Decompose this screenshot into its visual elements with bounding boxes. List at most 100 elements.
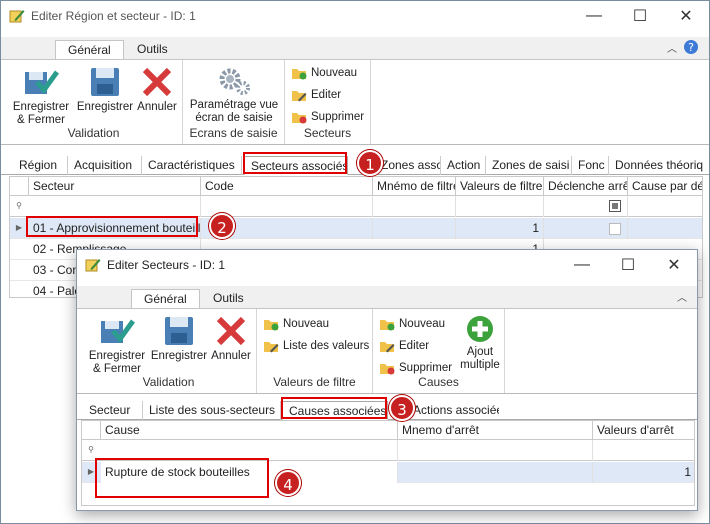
folder-delete-icon [292, 113, 307, 124]
cell-checkbox[interactable] [544, 218, 628, 239]
close-icon[interactable]: ✕ [651, 250, 697, 280]
help-icon[interactable]: ? [683, 39, 699, 55]
save-close-button[interactable]: Enregistrer & Fermer [9, 66, 73, 127]
highlight-row-cause [95, 458, 269, 498]
group-label: Validation [142, 375, 195, 389]
filter-cell[interactable] [398, 440, 593, 461]
new-filter-button[interactable]: Nouveau [263, 317, 329, 331]
col-mnemo-arret[interactable]: Mnemo d'arrêt [398, 421, 593, 440]
save-close-icon [101, 319, 135, 344]
col-secteur[interactable]: Secteur [29, 177, 201, 196]
step-badge-1: 1 [357, 150, 383, 176]
save-icon [91, 68, 119, 96]
screen-settings-button[interactable]: Paramétrage vue écran de saisie [187, 66, 281, 125]
svg-text:?: ? [688, 41, 694, 54]
group-screens: Paramétrage vue écran de saisie Ecrans d… [183, 60, 285, 144]
save-button[interactable]: Enregistrer [75, 66, 135, 114]
minimize-icon[interactable]: — [559, 250, 605, 280]
delete-sector-button[interactable]: Supprimer [291, 110, 364, 124]
folder-edit-icon [292, 91, 307, 102]
highlight-tab-causes [281, 397, 387, 419]
cell-valeur[interactable]: 1 [593, 462, 694, 483]
edit-icon [85, 259, 101, 272]
save-icon [165, 317, 193, 345]
folder-new-icon [264, 320, 279, 331]
tab-donnees-theoriques[interactable]: Données théoriq [609, 156, 703, 175]
ribbon-tab-outils[interactable]: Outils [125, 40, 180, 59]
group-label: Valeurs de filtre [273, 375, 356, 389]
group-filter-values: Nouveau Liste des valeurs Valeurs de fil… [257, 309, 373, 393]
folder-new-icon [380, 320, 395, 331]
tab-acquisition[interactable]: Acquisition [68, 156, 142, 175]
collapse-ribbon-icon[interactable]: ︿ [677, 289, 687, 304]
cancel-button[interactable]: Annuler [135, 66, 179, 114]
col-cause-defaut[interactable]: Cause par déf [628, 177, 702, 196]
filter-list-button[interactable]: Liste des valeurs [263, 339, 369, 353]
ribbon-body: Enregistrer & Fermer Enregistrer Annuler… [1, 59, 709, 145]
page-tabs: Région Acquisition Caractéristiques Sect… [1, 153, 709, 175]
maximize-icon[interactable]: ☐ [605, 250, 651, 280]
folder-delete-icon [380, 364, 395, 375]
group-label: Validation [67, 126, 120, 140]
tab-action[interactable]: Action [441, 156, 486, 175]
save-button[interactable]: Enregistrer [149, 315, 209, 363]
tab-zones-saisie[interactable]: Zones de saisi [486, 156, 572, 175]
highlight-tab-secteurs [243, 152, 347, 174]
highlight-row-sector [26, 216, 198, 237]
add-icon [467, 316, 493, 342]
tab-secteur[interactable]: Secteur [83, 401, 143, 420]
save-close-button[interactable]: Enregistrer & Fermer [85, 315, 149, 376]
step-badge-4: 4 [275, 470, 301, 496]
window-title: Editer Région et secteur - ID: 1 [31, 9, 196, 23]
col-declenche-arret[interactable]: Déclenche arrêt [544, 177, 628, 196]
new-cause-button[interactable]: Nouveau [379, 317, 445, 331]
group-label: Ecrans de saisie [189, 126, 278, 140]
group-causes: Nouveau Editer Supprimer Ajout multiple … [373, 309, 505, 393]
filter-cell[interactable] [628, 196, 702, 217]
group-validation: Enregistrer & Fermer Enregistrer Annuler… [81, 309, 257, 393]
tab-sous-secteurs[interactable]: Liste des sous-secteurs [143, 401, 281, 420]
grid-header: Cause Mnemo d'arrêt Valeurs d'arrêt [82, 421, 694, 440]
cancel-icon [142, 67, 172, 97]
edit-cause-button[interactable]: Editer [379, 339, 429, 353]
filter-cell[interactable] [456, 196, 544, 217]
collapse-ribbon-icon[interactable]: ︿ [667, 40, 677, 55]
filter-checkbox[interactable] [544, 196, 628, 217]
delete-cause-button[interactable]: Supprimer [379, 361, 452, 375]
maximize-icon[interactable]: ☐ [617, 1, 663, 31]
folder-edit-icon [380, 342, 395, 353]
ribbon-tab-general[interactable]: Général [131, 289, 200, 308]
group-label: Causes [418, 375, 459, 389]
group-label: Secteurs [303, 126, 352, 140]
grid-header: Secteur Code Mnémo de filtre Valeurs de … [10, 177, 702, 196]
col-mnemo-filtre[interactable]: Mnémo de filtre [373, 177, 456, 196]
folder-edit-icon [264, 342, 279, 353]
minimize-icon[interactable]: — [571, 1, 617, 31]
window-controls: — ☐ ✕ [571, 1, 709, 31]
new-sector-button[interactable]: Nouveau [291, 66, 357, 80]
tab-caracteristiques[interactable]: Caractéristiques [142, 156, 242, 175]
ribbon-tabs: Général Outils ︿ ? [1, 37, 709, 59]
col-code[interactable]: Code [201, 177, 373, 196]
cancel-button[interactable]: Annuler [209, 315, 253, 363]
ribbon-tab-outils[interactable]: Outils [201, 289, 256, 308]
filter-icon: ⚲ [16, 201, 22, 210]
tab-fonc[interactable]: Fonc [572, 156, 609, 175]
group-validation: Enregistrer & Fermer Enregistrer Annuler… [5, 60, 183, 144]
window-controls: — ☐ ✕ [559, 250, 697, 280]
add-multiple-button[interactable]: Ajout multiple [457, 315, 503, 372]
col-valeurs-filtre[interactable]: Valeurs de filtre [456, 177, 544, 196]
ribbon-tab-general[interactable]: Général [55, 40, 124, 59]
close-icon[interactable]: ✕ [663, 1, 709, 31]
filter-cell[interactable] [373, 196, 456, 217]
gears-icon [219, 68, 250, 95]
col-cause[interactable]: Cause [101, 421, 398, 440]
col-valeurs-arret[interactable]: Valeurs d'arrêt [593, 421, 694, 440]
tab-region[interactable]: Région [13, 156, 68, 175]
edit-sector-button[interactable]: Editer [291, 88, 341, 102]
filter-cell[interactable] [29, 196, 201, 217]
step-badge-3: 3 [389, 395, 415, 421]
cell-valeur[interactable]: 1 [456, 218, 544, 239]
filter-cell[interactable] [593, 440, 694, 461]
ribbon-tabs: Général Outils ︿ [77, 286, 697, 308]
